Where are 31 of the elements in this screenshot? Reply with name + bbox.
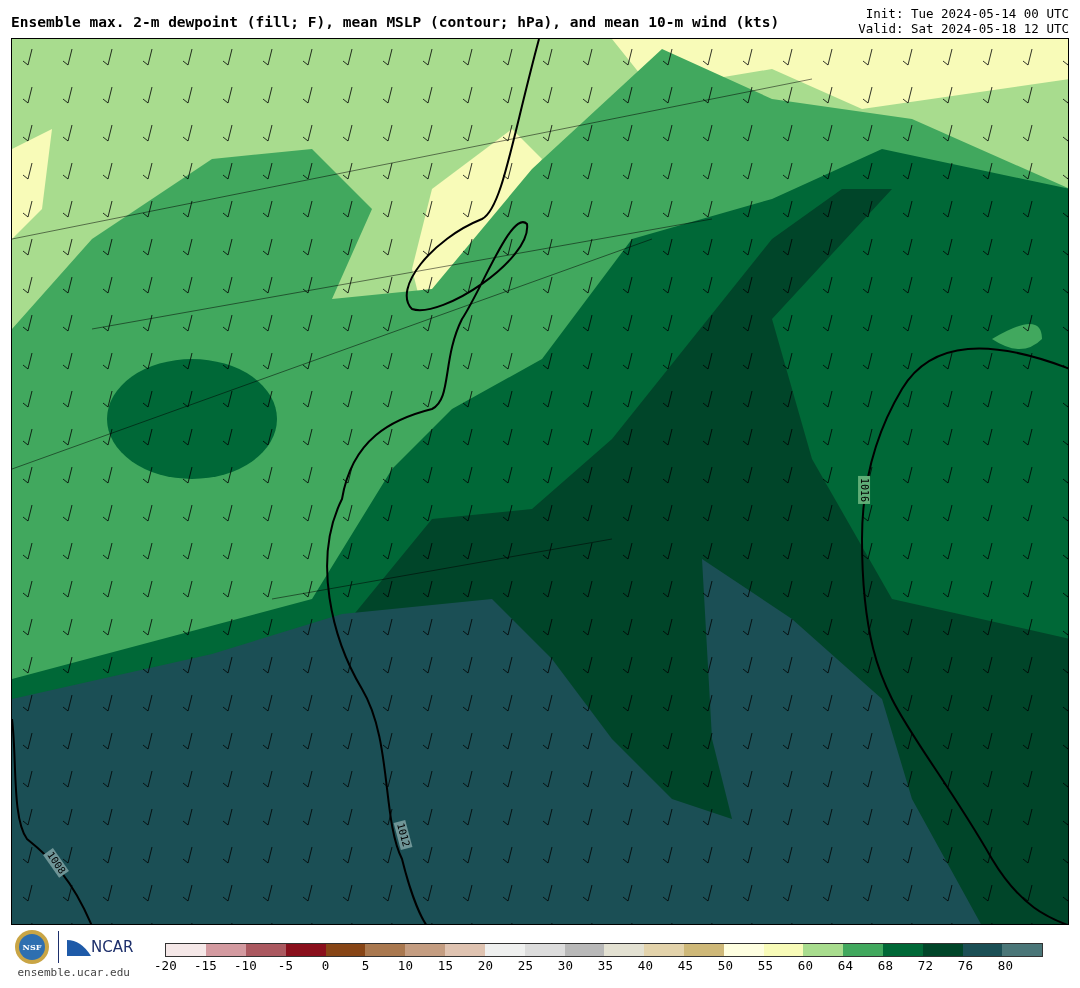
tick-label: 76 <box>957 958 973 973</box>
tick-label: -5 <box>277 958 293 973</box>
time-label: Valid: Sat 2024-05-18 12 UTC <box>858 21 1069 36</box>
tick-label: 55 <box>757 958 773 973</box>
tick-label: -15 <box>194 958 217 973</box>
tick-label: 60 <box>797 958 813 973</box>
tick-label: 80 <box>997 958 1013 973</box>
tick-label: 20 <box>477 958 493 973</box>
tick-label: 0 <box>321 958 330 973</box>
tick-label: 64 <box>837 958 853 973</box>
tick-label: 25 <box>517 958 533 973</box>
tick-label: 10 <box>397 958 413 973</box>
tick-label: 5 <box>361 958 370 973</box>
logo-text: NSF <box>22 941 42 953</box>
contour-label: 1016 <box>858 475 871 505</box>
tick-label: 45 <box>677 958 693 973</box>
tick-label: -20 <box>154 958 177 973</box>
tick-label: 30 <box>557 958 573 973</box>
tick-label: 15 <box>437 958 453 973</box>
tick-label: 50 <box>717 958 733 973</box>
tick-label: 68 <box>877 958 893 973</box>
swoosh-icon <box>67 938 91 959</box>
logo-text: NCAR <box>91 936 134 958</box>
time-label: Init: Tue 2024-05-14 00 UTC <box>864 6 1069 21</box>
tick-label: 72 <box>917 958 933 973</box>
tick-label: 35 <box>597 958 613 973</box>
website-url: ensemble.ucar.edu <box>17 965 130 981</box>
tick-label: -10 <box>234 958 257 973</box>
sun-emblem-icon <box>14 929 50 965</box>
chart-title: Ensemble max. 2-m dewpoint (fill; F), mean MSLP (contour; hPa), and mean 10-m wind (kts) <box>11 13 780 32</box>
tick-label: 40 <box>637 958 653 973</box>
